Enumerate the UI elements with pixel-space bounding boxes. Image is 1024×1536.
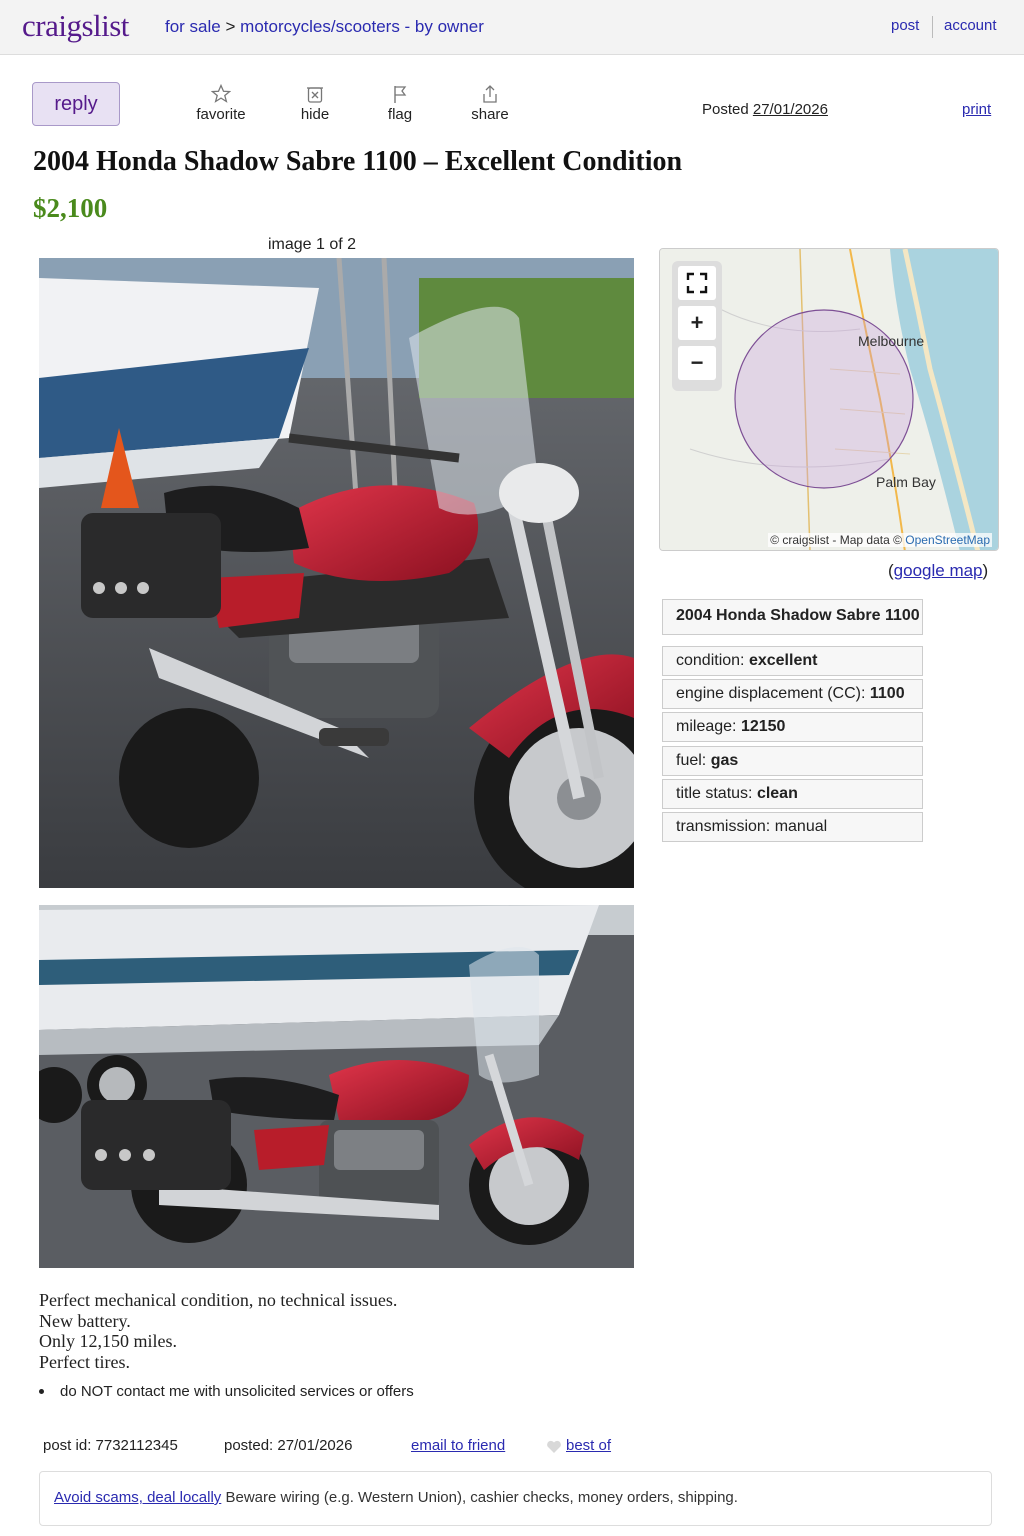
attributes-heading: 2004 Honda Shadow Sabre 1100 [662,599,923,635]
map-controls: + − [672,261,722,391]
posted-label: Posted [702,101,749,118]
account-link[interactable]: account [944,17,997,34]
description-line: Perfect tires. [39,1351,130,1372]
print-link[interactable]: print [962,101,991,118]
listing-title: 2004 Honda Shadow Sabre 1100 – Excellent… [33,146,683,177]
map-label-melbourne: Melbourne [858,333,925,349]
flag-button[interactable]: flag [365,84,435,123]
scam-warning-text: Beware wiring (e.g. Western Union), cash… [221,1489,738,1506]
site-header: craigslist for sale > motorcycles/scoote… [0,0,1024,55]
favorite-label: favorite [196,106,246,123]
flag-label: flag [387,106,413,123]
google-map-link[interactable]: google map [894,561,983,580]
listing-photo-1[interactable] [39,258,634,888]
map-attribution-text: © craigslist - Map data © [770,533,902,547]
fullscreen-icon [686,272,708,294]
attr-label: condition: [676,652,745,669]
attr-title-status: title status: clean [662,779,923,809]
description-line: Perfect mechanical condition, no technic… [39,1290,398,1310]
image-counter: image 1 of 2 [268,236,357,253]
best-of-link[interactable]: best of [566,1437,611,1454]
star-icon [211,84,231,103]
attr-value: excellent [748,652,818,669]
location-map[interactable]: + − Melbourne Palm Bay © craigslist - Ma… [659,248,999,551]
attr-label: transmission: [676,818,771,835]
breadcrumb-motorcycles[interactable]: motorcycles/scooters - by owner [240,17,484,36]
share-button[interactable]: share [455,84,525,123]
google-map-link-wrapper: (google map) [888,561,988,581]
zoom-out-icon: − [690,350,704,375]
avoid-scams-link[interactable]: Avoid scams, deal locally [54,1489,221,1506]
attr-label: mileage: [676,718,737,735]
fullscreen-button[interactable] [678,266,716,300]
motorcycle-photo [39,258,634,888]
share-icon [483,85,497,103]
post-id: post id: 7732112345 [43,1437,178,1454]
attr-engine-displacement: engine displacement (CC): 1100 [662,679,923,709]
description-line: New battery. [39,1310,131,1331]
zoom-in-icon: + [690,310,704,335]
attr-value: gas [710,752,739,769]
listing-description: Perfect mechanical condition, no technic… [39,1290,397,1372]
attr-value: manual [774,818,828,835]
flag-icon [394,86,407,103]
share-label: share [471,106,509,123]
posted-date: Posted 27/01/2026 [702,101,828,118]
hide-label: hide [300,106,330,123]
posted-meta: posted: 27/01/2026 [224,1437,353,1454]
listing-photo-2[interactable] [39,905,634,1268]
map-label-palm-bay: Palm Bay [876,474,936,490]
attr-label: engine displacement (CC): [676,685,866,702]
zoom-in-button[interactable]: + [678,306,716,340]
attr-label: title status: [676,785,753,802]
favorite-button[interactable]: favorite [186,84,256,123]
email-to-friend-link[interactable]: email to friend [411,1437,505,1454]
heart-icon [547,1440,561,1453]
craigslist-logo[interactable]: craigslist [22,8,129,44]
attr-condition: condition: excellent [662,646,923,676]
posted-date-value[interactable]: 27/01/2026 [753,101,828,118]
motorcycle-side-photo [39,905,634,1268]
scam-warning: Avoid scams, deal locally Beware wiring … [39,1471,992,1526]
breadcrumb-separator: > [225,17,236,36]
attr-label: fuel: [676,752,707,769]
paren-close: ) [982,561,989,580]
zoom-out-button[interactable]: − [678,346,716,380]
hide-button[interactable]: hide [280,84,350,123]
attr-value: 12150 [740,718,786,735]
attr-transmission: transmission: manual [662,812,923,842]
openstreetmap-link[interactable]: OpenStreetMap [905,533,990,547]
bullet-icon [39,1389,44,1394]
description-line: Only 12,150 miles. [39,1331,177,1351]
post-link[interactable]: post [891,17,919,34]
attr-value: clean [756,785,798,802]
attr-mileage: mileage: 12150 [662,712,923,742]
no-solicitation-notice: do NOT contact me with unsolicited servi… [60,1383,414,1400]
attr-value: 1100 [869,685,905,702]
breadcrumb-for-sale[interactable]: for sale [165,17,221,36]
hide-icon [307,87,323,103]
reply-button[interactable]: reply [32,82,120,126]
breadcrumb: for sale > motorcycles/scooters - by own… [165,17,484,37]
map-attribution: © craigslist - Map data © OpenStreetMap [768,533,992,547]
attr-fuel: fuel: gas [662,746,923,776]
listing-price: $2,100 [33,193,108,223]
nav-divider [932,16,933,38]
